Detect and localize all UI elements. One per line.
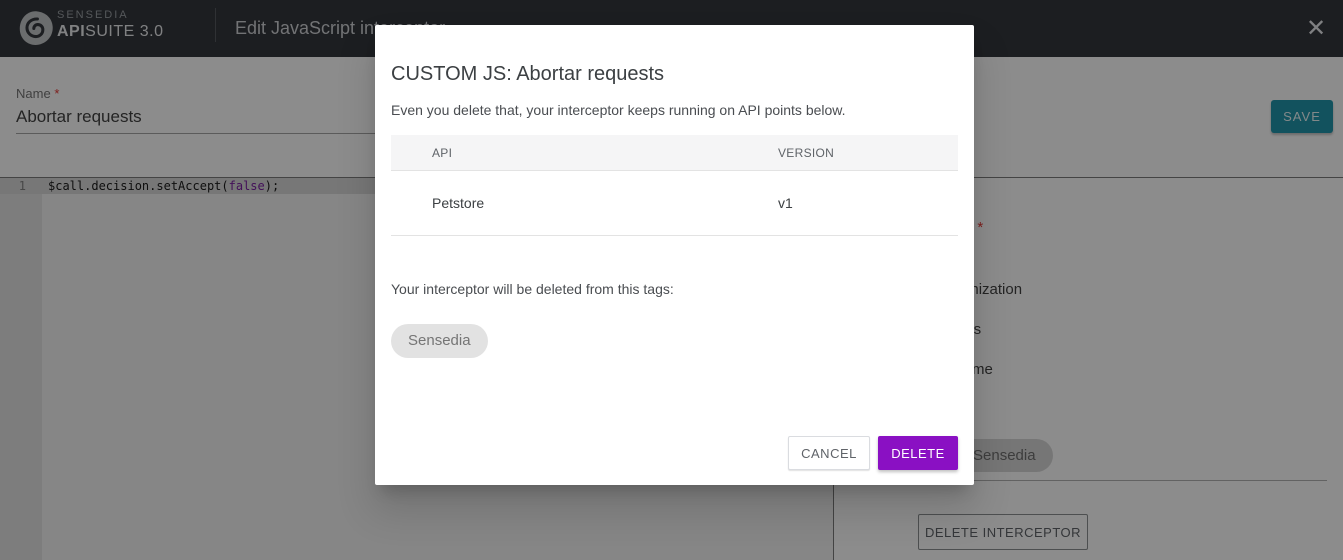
api-cell: Petstore: [432, 195, 485, 211]
delete-button[interactable]: DELETE: [878, 436, 958, 470]
cancel-button[interactable]: CANCEL: [788, 436, 870, 470]
table-row: Petstore v1: [391, 171, 958, 236]
version-column-header: VERSION: [778, 146, 835, 160]
api-table-header: API VERSION: [391, 135, 958, 171]
dialog-subtitle: Even you delete that, your interceptor k…: [391, 102, 846, 118]
version-cell: v1: [778, 195, 793, 211]
api-column-header: API: [432, 146, 453, 160]
tag-chip: Sensedia: [391, 324, 488, 358]
tags-message: Your interceptor will be deleted from th…: [391, 281, 674, 297]
delete-confirmation-dialog: CUSTOM JS: Abortar requests Even you del…: [375, 25, 974, 485]
dialog-footer: CANCEL DELETE: [788, 436, 958, 470]
dialog-title: CUSTOM JS: Abortar requests: [391, 63, 665, 85]
